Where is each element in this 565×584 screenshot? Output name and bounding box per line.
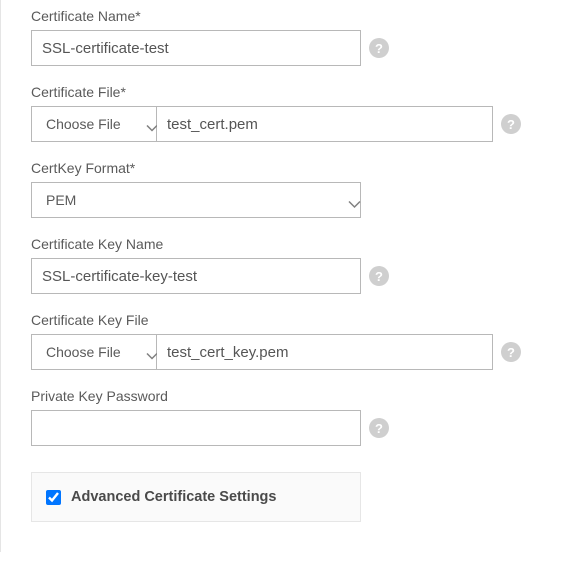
advanced-settings-box: Advanced Certificate Settings: [31, 472, 361, 522]
cert-name-label: Certificate Name*: [31, 8, 535, 24]
choose-file-label: Choose File: [46, 116, 121, 132]
certkey-format-select[interactable]: PEM: [31, 182, 361, 218]
private-key-pwd-label: Private Key Password: [31, 388, 535, 404]
advanced-settings-checkbox[interactable]: [46, 490, 61, 505]
private-key-pwd-input[interactable]: [31, 410, 361, 446]
help-icon[interactable]: ?: [501, 114, 521, 134]
cert-key-name-label: Certificate Key Name: [31, 236, 535, 252]
help-icon[interactable]: ?: [501, 342, 521, 362]
cert-file-choose-button[interactable]: Choose File: [31, 106, 157, 142]
choose-file-label: Choose File: [46, 344, 121, 360]
certkey-format-value: PEM: [46, 192, 76, 208]
cert-key-name-input[interactable]: [31, 258, 361, 294]
help-icon[interactable]: ?: [369, 418, 389, 438]
cert-key-file-name[interactable]: test_cert_key.pem: [157, 334, 493, 370]
cert-key-file-choose-button[interactable]: Choose File: [31, 334, 157, 370]
help-icon[interactable]: ?: [369, 266, 389, 286]
advanced-settings-label: Advanced Certificate Settings: [71, 489, 276, 505]
cert-key-file-label: Certificate Key File: [31, 312, 535, 328]
help-icon[interactable]: ?: [369, 38, 389, 58]
cert-file-name[interactable]: test_cert.pem: [157, 106, 493, 142]
cert-name-input[interactable]: [31, 30, 361, 66]
cert-file-label: Certificate File*: [31, 84, 535, 100]
certkey-format-label: CertKey Format*: [31, 160, 535, 176]
